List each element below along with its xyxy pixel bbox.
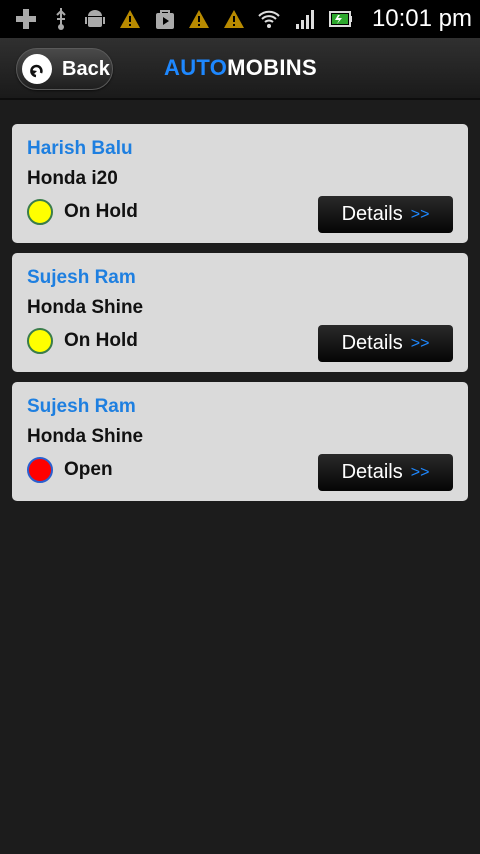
double-chevron-right-icon: >>: [410, 334, 430, 352]
play-store-icon: [152, 6, 177, 32]
details-label: Details: [341, 461, 403, 483]
warning-icon: [118, 6, 143, 32]
status-text: On Hold: [64, 330, 138, 351]
status-text: Open: [64, 459, 113, 480]
vehicle-model: Honda Shine: [27, 297, 144, 318]
customer-name: Harish Balu: [27, 138, 133, 159]
status-row: Open: [27, 457, 113, 483]
list-item: Sujesh Ram Honda Shine On Hold Details >…: [12, 253, 468, 372]
back-button[interactable]: Back: [16, 48, 113, 90]
warning-icon: [221, 6, 246, 32]
details-button[interactable]: Details >>: [318, 196, 453, 233]
status-text: On Hold: [64, 201, 138, 222]
details-label: Details: [341, 332, 403, 354]
app-title-part2: MOBINS: [227, 55, 317, 80]
status-dot-icon: [27, 328, 53, 354]
customer-name: Sujesh Ram: [27, 267, 136, 288]
android-icon: [83, 6, 108, 32]
list-item: Harish Balu Honda i20 On Hold Details >>: [12, 124, 468, 243]
battery-icon: [328, 6, 354, 32]
status-bar: 10:01 pm: [0, 0, 480, 38]
warning-icon: [187, 6, 212, 32]
details-label: Details: [341, 203, 403, 225]
vehicle-model: Honda i20: [27, 168, 118, 189]
app-title-part1: AUTO: [164, 55, 228, 80]
usb-icon: [49, 6, 74, 32]
list-item: Sujesh Ram Honda Shine Open Details >>: [12, 382, 468, 501]
status-row: On Hold: [27, 199, 138, 225]
details-button[interactable]: Details >>: [318, 454, 453, 491]
customer-name: Sujesh Ram: [27, 396, 136, 417]
double-chevron-right-icon: >>: [410, 205, 430, 223]
app-title: AUTOMOBINS: [164, 55, 317, 81]
title-bar: Back AUTOMOBINS: [0, 38, 480, 100]
status-dot-icon: [27, 199, 53, 225]
signal-icon: [292, 6, 318, 32]
vehicle-model: Honda Shine: [27, 426, 144, 447]
double-chevron-right-icon: >>: [410, 463, 430, 481]
back-arrow-icon: [22, 54, 52, 84]
status-row: On Hold: [27, 328, 138, 354]
status-dot-icon: [27, 457, 53, 483]
status-time: 10:01 pm: [371, 5, 473, 32]
job-list: Harish Balu Honda i20 On Hold Details >>…: [12, 124, 468, 511]
details-button[interactable]: Details >>: [318, 325, 453, 362]
wifi-icon: [256, 6, 282, 32]
back-label: Back: [62, 57, 110, 80]
plus-icon: [14, 6, 39, 32]
